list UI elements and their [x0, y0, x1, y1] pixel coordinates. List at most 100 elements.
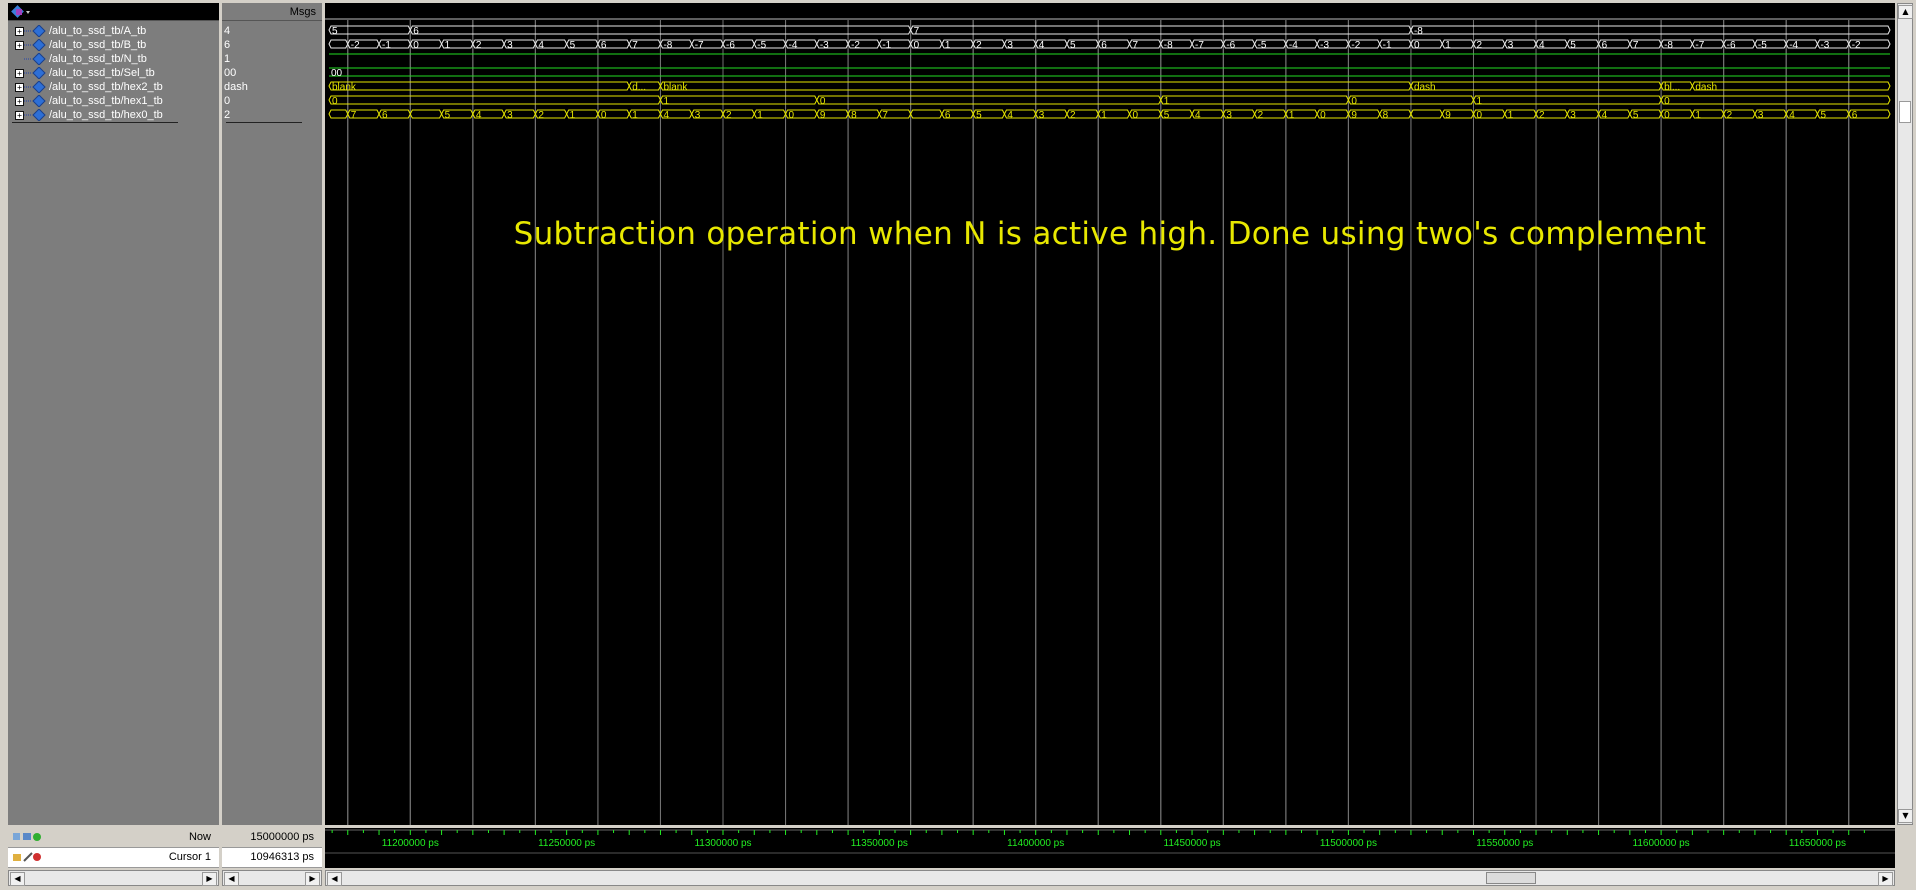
signal-value: 1 [224, 53, 231, 65]
values-scroll-left[interactable]: ◀ [224, 872, 239, 886]
axis-tick-label: 11200000 ps [382, 838, 439, 849]
axis-tick-label: 11500000 ps [1320, 838, 1377, 849]
bus-value-label: dash [1414, 82, 1436, 93]
msgs-label: Msgs [289, 6, 316, 18]
axis-tick-label: 11600000 ps [1633, 838, 1690, 849]
bus-value-label: 4 [1539, 40, 1545, 51]
signal-value: 00 [224, 67, 237, 79]
now-toolbar-icons[interactable] [12, 831, 52, 843]
bus-value-label: 0 [1664, 110, 1670, 121]
vertical-scroll-thumb[interactable] [1899, 101, 1911, 123]
bus-value-label: -2 [1351, 40, 1360, 51]
bus-value-label: 7 [351, 110, 357, 121]
bus-value-label: 0 [789, 110, 795, 121]
bus-value-label: 0 [332, 96, 338, 107]
signal-diamond-icon [24, 39, 46, 51]
values-scroll-right[interactable]: ▶ [305, 872, 320, 886]
expand-icon[interactable]: + [15, 27, 24, 36]
cursor-toolbar-icons[interactable] [12, 851, 52, 863]
scroll-up-button[interactable]: ▲ [1898, 5, 1913, 19]
expand-icon[interactable]: + [15, 97, 24, 106]
expand-icon[interactable]: + [15, 41, 24, 50]
bus-segment [328, 109, 349, 119]
bus-segment [328, 95, 662, 105]
bus-value-label: 0 [1664, 96, 1670, 107]
signal-value: 6 [224, 39, 231, 51]
signal-diamond-icon [24, 25, 46, 37]
signal-value: 0 [224, 95, 231, 107]
bus-segment [1472, 95, 1662, 105]
values-hscrollbar[interactable]: ◀ ▶ [222, 870, 322, 886]
bus-value-label: 6 [1101, 40, 1107, 51]
axis-tick-label: 11650000 ps [1789, 838, 1846, 849]
waveform-canvas[interactable]: 5 6 7 -8 -2 -1 0 1 2 3 4 5 6 7 -8 -7 -6 -5 -4 -3 -2 -1 0 1 2 3 4 5 6… [325, 3, 1895, 825]
values-header: Msgs [222, 3, 322, 21]
bus-value-label: 0 [1320, 110, 1326, 121]
signal-value: 2 [224, 109, 231, 121]
wave-scroll-right[interactable]: ▶ [1878, 872, 1893, 886]
sel-value-label: 00 [331, 68, 343, 79]
bus-value-label: 4 [538, 40, 544, 51]
bus-value-label: -4 [789, 40, 798, 51]
names-scroll-right[interactable]: ▶ [202, 872, 217, 886]
bus-value-label: 3 [1007, 40, 1013, 51]
bus-value-label: 2 [726, 110, 732, 121]
waveform-hscrollbar[interactable]: ◀ ▶ [325, 870, 1895, 886]
names-hscrollbar[interactable]: ◀ ▶ [8, 870, 219, 886]
bus-value-label: 7 [1633, 40, 1639, 51]
time-axis[interactable]: 11200000 ps 11250000 ps 11300000 ps 1135000… [325, 828, 1895, 868]
bus-value-label: d... [632, 82, 646, 93]
bus-value-label: 4 [1007, 110, 1013, 121]
bus-value-label: 1 [445, 40, 451, 51]
bus-value-label: -4 [1289, 40, 1298, 51]
bus-value-label: 3 [1226, 110, 1232, 121]
bus-value-label: 3 [507, 40, 513, 51]
bus-value-label: 5 [976, 110, 982, 121]
expand-icon[interactable]: + [15, 69, 24, 78]
signal-name: /alu_to_ssd_tb/A_tb [49, 25, 147, 37]
signal-name: /alu_to_ssd_tb/hex1_tb [49, 95, 163, 107]
bus-value-label: blank [663, 82, 688, 93]
bus-segment [328, 81, 630, 91]
bus-value-label: 2 [1070, 110, 1076, 121]
bus-value-label: 6 [413, 26, 419, 37]
bus-segment [1160, 95, 1349, 105]
axis-tick-label: 11450000 ps [1164, 838, 1221, 849]
bus-value-label: 1 [1101, 110, 1107, 121]
wave-scroll-thumb[interactable] [1486, 872, 1536, 884]
names-scroll-left[interactable]: ◀ [10, 872, 25, 886]
expand-icon[interactable]: + [15, 83, 24, 92]
wave-tool-icon[interactable] [11, 5, 33, 19]
bus-value-label: 8 [851, 110, 857, 121]
now-value: 15000000 ps [250, 831, 314, 843]
cursor-label: Cursor 1 [168, 851, 211, 863]
wave-scroll-left[interactable]: ◀ [327, 872, 342, 886]
cursor-value: 10946313 ps [250, 851, 314, 863]
signal-diamond-icon [24, 67, 46, 79]
cursor-value-row[interactable]: 10946313 ps [222, 848, 322, 868]
expand-icon[interactable]: + [15, 111, 24, 120]
bus-value-label: -8 [1664, 40, 1673, 51]
cursor-names-pane: Now Cursor 1 [8, 828, 219, 868]
bus-value-label: 6 [945, 110, 951, 121]
bus-value-label: 2 [1727, 110, 1733, 121]
bus-value-label: -8 [1164, 40, 1173, 51]
cursor-row[interactable]: Cursor 1 [8, 848, 219, 868]
bus-value-label: -7 [1695, 40, 1704, 51]
signal-name: /alu_to_ssd_tb/Sel_tb [49, 67, 155, 79]
vertical-scrollbar[interactable]: ▲ ▼ [1897, 3, 1913, 825]
bus-value-label: 1 [663, 96, 669, 107]
bus-segment [1691, 81, 1891, 91]
waveform-pane[interactable]: 5 6 7 -8 -2 -1 0 1 2 3 4 5 6 7 -8 -7 -6 -5 -4 -3 -2 -1 0 1 2 3 4 5 6… [325, 3, 1895, 825]
bus-value-label: 2 [538, 110, 544, 121]
bus-value-label: 1 [1445, 40, 1451, 51]
bus-value-label: 6 [601, 40, 607, 51]
bus-value-label: -7 [1195, 40, 1204, 51]
scroll-down-button[interactable]: ▼ [1898, 809, 1913, 823]
bus-segment [328, 25, 411, 35]
bus-value-label: 2 [1258, 110, 1264, 121]
bus-value-label: 8 [1383, 110, 1389, 121]
bus-value-label: 5 [445, 110, 451, 121]
bus-value-label: bl... [1664, 82, 1680, 93]
time-axis-canvas[interactable]: 11200000 ps 11250000 ps 11300000 ps 1135000… [325, 828, 1895, 868]
